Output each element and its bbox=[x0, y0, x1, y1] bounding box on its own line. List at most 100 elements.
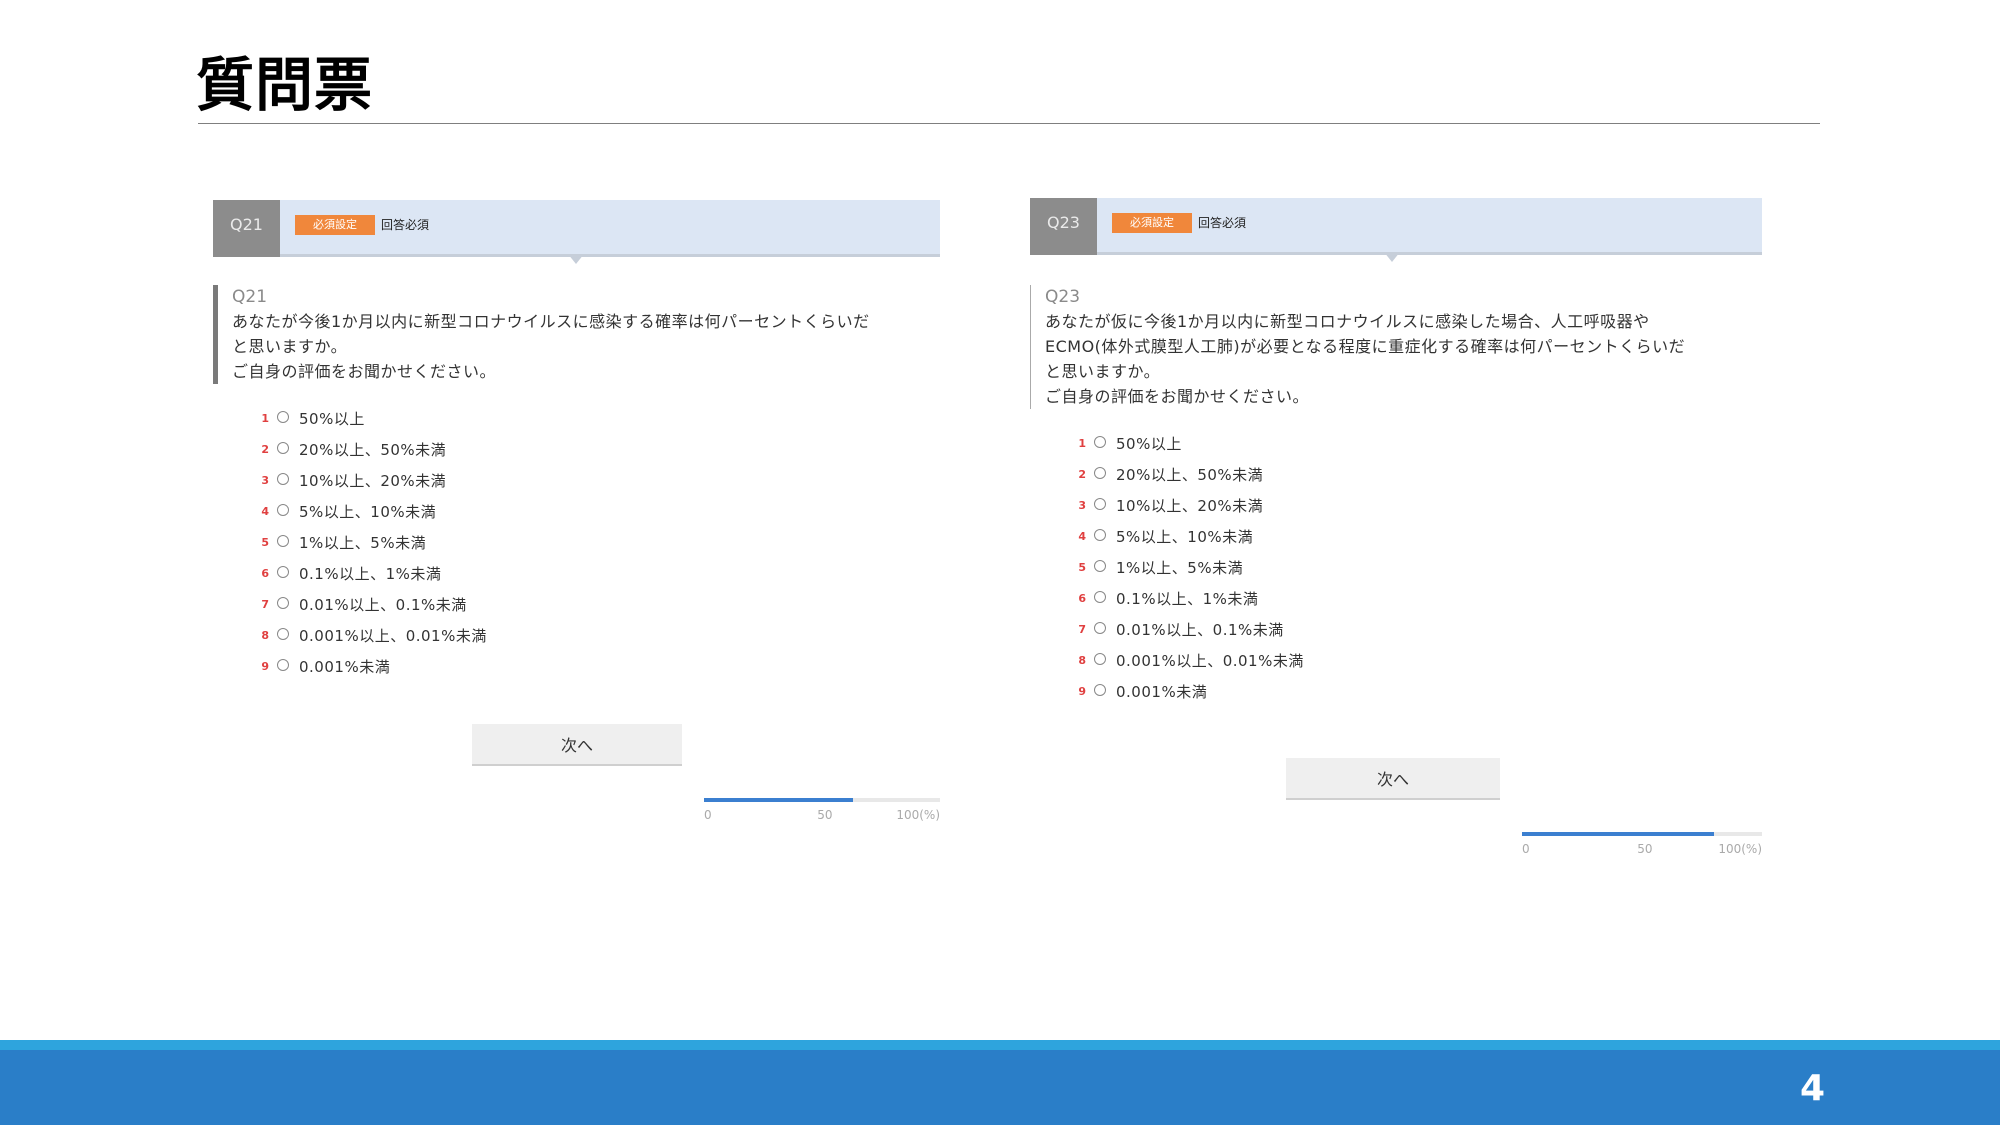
radio-button[interactable] bbox=[277, 472, 289, 485]
option-item[interactable]: 6 0.1%以上、1%未満 bbox=[253, 558, 487, 589]
question-panel-q23: Q23 必須設定 回答必須 Q23 あなたが仮に今後1か月以内に新型コロナウイル… bbox=[1030, 198, 1762, 868]
option-number: 5 bbox=[1078, 561, 1086, 574]
option-item[interactable]: 6 0.1%以上、1%未満 bbox=[1070, 583, 1304, 614]
title-divider bbox=[198, 123, 1820, 124]
option-item[interactable]: 8 0.001%以上、0.01%未満 bbox=[253, 620, 487, 651]
radio-button[interactable] bbox=[1094, 590, 1106, 603]
option-item[interactable]: 7 0.01%以上、0.1%未満 bbox=[1070, 614, 1304, 645]
radio-button[interactable] bbox=[1094, 435, 1106, 448]
progress-bar: 0 50 100(%) bbox=[704, 798, 940, 828]
next-button[interactable]: 次へ bbox=[1286, 758, 1500, 800]
required-setting-tag[interactable]: 必須設定 bbox=[295, 215, 375, 235]
option-item[interactable]: 2 20%以上、50%未満 bbox=[1070, 459, 1304, 490]
radio-button[interactable] bbox=[1094, 683, 1106, 696]
option-number: 4 bbox=[1078, 530, 1086, 543]
radio-button[interactable] bbox=[1094, 497, 1106, 510]
option-label: 20%以上、50%未満 bbox=[299, 441, 447, 459]
progress-tick-label: 0 bbox=[704, 808, 712, 822]
option-number: 9 bbox=[1078, 685, 1086, 698]
progress-tick-label: 100(%) bbox=[896, 808, 940, 822]
option-label: 0.001%未満 bbox=[1116, 683, 1208, 701]
progress-bar: 0 50 100(%) bbox=[1522, 832, 1762, 862]
question-number: Q23 bbox=[1045, 287, 1081, 307]
answer-options: 1 50%以上 2 20%以上、50%未満 3 10%以上、20%未満 4 5%以上、1… bbox=[253, 403, 487, 682]
radio-button[interactable] bbox=[1094, 559, 1106, 572]
option-number: 5 bbox=[261, 536, 269, 549]
slide-title: 質問票 bbox=[196, 51, 374, 119]
option-label: 10%以上、20%未満 bbox=[1116, 497, 1264, 515]
option-item[interactable]: 9 0.001%未満 bbox=[1070, 676, 1304, 707]
option-label: 0.1%以上、1%未満 bbox=[1116, 590, 1259, 608]
option-label: 5%以上、10%未満 bbox=[1116, 528, 1254, 546]
radio-button[interactable] bbox=[277, 534, 289, 547]
option-item[interactable]: 5 1%以上、5%未満 bbox=[1070, 552, 1304, 583]
radio-button[interactable] bbox=[1094, 528, 1106, 541]
option-label: 20%以上、50%未満 bbox=[1116, 466, 1264, 484]
option-label: 1%以上、5%未満 bbox=[1116, 559, 1244, 577]
question-line: ECMO(体外式膜型人工肺)が必要となる程度に重症化する確率は何パーセントくらい… bbox=[1045, 337, 1686, 356]
option-label: 10%以上、20%未満 bbox=[299, 472, 447, 490]
question-text-block: Q21 あなたが今後1か月以内に新型コロナウイルスに感染する確率は何パーセントく… bbox=[213, 285, 870, 384]
question-line: あなたが仮に今後1か月以内に新型コロナウイルスに感染した場合、人工呼吸器や bbox=[1045, 312, 1650, 331]
radio-button[interactable] bbox=[277, 596, 289, 609]
radio-button[interactable] bbox=[1094, 466, 1106, 479]
question-line: あなたが今後1か月以内に新型コロナウイルスに感染する確率は何パーセントくらいだ bbox=[232, 312, 870, 331]
option-item[interactable]: 4 5%以上、10%未満 bbox=[253, 496, 487, 527]
option-number: 2 bbox=[1078, 468, 1086, 481]
required-answer-label: 回答必須 bbox=[1198, 216, 1247, 230]
radio-button[interactable] bbox=[277, 565, 289, 578]
option-item[interactable]: 3 10%以上、20%未満 bbox=[253, 465, 487, 496]
option-label: 0.01%以上、0.1%未満 bbox=[299, 596, 467, 614]
required-answer-label: 回答必須 bbox=[381, 218, 430, 232]
radio-button[interactable] bbox=[1094, 621, 1106, 634]
question-line: ご自身の評価をお聞かせください。 bbox=[232, 362, 497, 381]
question-line: ご自身の評価をお聞かせください。 bbox=[1045, 387, 1310, 406]
option-number: 8 bbox=[1078, 654, 1086, 667]
option-item[interactable]: 5 1%以上、5%未満 bbox=[253, 527, 487, 558]
radio-button[interactable] bbox=[277, 627, 289, 640]
progress-tick-label: 50 bbox=[817, 808, 833, 822]
header-notch bbox=[568, 254, 584, 264]
answer-options: 1 50%以上 2 20%以上、50%未満 3 10%以上、20%未満 4 5%以上、1… bbox=[1070, 428, 1304, 707]
option-number: 6 bbox=[261, 567, 269, 580]
question-line: と思いますか。 bbox=[232, 337, 348, 356]
option-label: 0.001%以上、0.01%未満 bbox=[299, 627, 487, 645]
question-id-tab: Q21 bbox=[213, 200, 280, 257]
question-text-block: Q23 あなたが仮に今後1か月以内に新型コロナウイルスに感染した場合、人工呼吸器… bbox=[1030, 285, 1685, 409]
option-label: 0.1%以上、1%未満 bbox=[299, 565, 442, 583]
option-item[interactable]: 1 50%以上 bbox=[253, 403, 487, 434]
progress-tick-label: 50 bbox=[1637, 842, 1653, 856]
option-item[interactable]: 2 20%以上、50%未満 bbox=[253, 434, 487, 465]
header-notch bbox=[1384, 252, 1400, 262]
option-item[interactable]: 4 5%以上、10%未満 bbox=[1070, 521, 1304, 552]
option-label: 0.001%未満 bbox=[299, 658, 391, 676]
progress-fill bbox=[704, 798, 853, 802]
progress-fill bbox=[1522, 832, 1714, 836]
option-number: 8 bbox=[261, 629, 269, 642]
option-item[interactable]: 7 0.01%以上、0.1%未満 bbox=[253, 589, 487, 620]
option-item[interactable]: 8 0.001%以上、0.01%未満 bbox=[1070, 645, 1304, 676]
radio-button[interactable] bbox=[277, 658, 289, 671]
radio-button[interactable] bbox=[1094, 652, 1106, 665]
option-number: 3 bbox=[261, 474, 269, 487]
footer-accent-stripe bbox=[0, 1040, 2000, 1050]
option-item[interactable]: 9 0.001%未満 bbox=[253, 651, 487, 682]
question-header-bar: Q21 必須設定 回答必須 bbox=[213, 200, 940, 264]
option-number: 1 bbox=[261, 412, 269, 425]
radio-button[interactable] bbox=[277, 410, 289, 423]
option-label: 5%以上、10%未満 bbox=[299, 503, 437, 521]
required-setting-tag[interactable]: 必須設定 bbox=[1112, 213, 1192, 233]
option-label: 1%以上、5%未満 bbox=[299, 534, 427, 552]
option-label: 50%以上 bbox=[1116, 435, 1182, 453]
question-number: Q21 bbox=[232, 287, 268, 307]
next-button[interactable]: 次へ bbox=[472, 724, 682, 766]
option-item[interactable]: 3 10%以上、20%未満 bbox=[1070, 490, 1304, 521]
radio-button[interactable] bbox=[277, 441, 289, 454]
option-label: 50%以上 bbox=[299, 410, 365, 428]
radio-button[interactable] bbox=[277, 503, 289, 516]
progress-tick-label: 100(%) bbox=[1718, 842, 1762, 856]
option-number: 7 bbox=[261, 598, 269, 611]
option-number: 6 bbox=[1078, 592, 1086, 605]
option-item[interactable]: 1 50%以上 bbox=[1070, 428, 1304, 459]
question-panel-q21: Q21 必須設定 回答必須 Q21 あなたが今後1か月以内に新型コロナウイルスに… bbox=[213, 200, 940, 840]
